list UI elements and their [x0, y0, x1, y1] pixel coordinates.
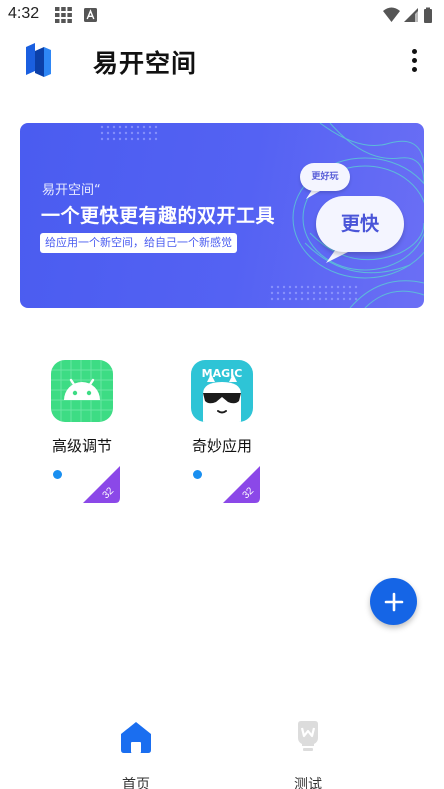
signal-icon [404, 8, 418, 22]
app-item-advanced-tuning[interactable]: 高级调节 32 [25, 360, 135, 510]
android-icon[interactable] [51, 360, 113, 422]
app-logo [26, 43, 51, 77]
status-dot [193, 470, 202, 479]
app-badge-32: 32 [223, 466, 260, 503]
bottom-nav: 首页 测试 [0, 710, 444, 789]
app-name: 高级调节 [51, 437, 112, 455]
add-app-button[interactable] [370, 578, 417, 625]
nav-label: 首页 [122, 777, 150, 789]
nav-item-test[interactable]: 测试 [263, 720, 353, 789]
battery-icon [424, 7, 432, 23]
bulb-icon [298, 721, 318, 751]
status-icons [383, 7, 432, 23]
status-dot [53, 470, 62, 479]
app-badge-32: 32 [83, 466, 120, 503]
speech-bubble-small: 更好玩 [300, 163, 350, 191]
more-vert-icon[interactable] [404, 44, 424, 76]
nav-item-home[interactable]: 首页 [91, 720, 181, 789]
grid-icon [55, 7, 72, 23]
nav-label: 测试 [294, 777, 322, 789]
promo-banner[interactable]: 易开空间“ 一个更快更有趣的双开工具 给应用一个新空间，给自己一个新感觉 更好玩… [20, 123, 424, 308]
speech-bubble-large: 更快 [316, 196, 404, 252]
status-bar: 4:32 [0, 0, 444, 30]
bubble-large-text: 更快 [340, 213, 379, 235]
home-icon [121, 722, 151, 753]
bubble-small-text: 更好玩 [311, 172, 339, 182]
app-name: 奇妙应用 [191, 437, 252, 455]
app-bar: 易开空间 [0, 30, 444, 90]
wifi-icon [383, 7, 400, 22]
a-icon [84, 8, 97, 22]
status-time: 4:32 [8, 5, 40, 22]
banner-headline: 一个更快更有趣的双开工具 [41, 205, 276, 227]
page-title: 易开空间 [93, 49, 198, 78]
banner-subtitle: 易开空间“ [42, 183, 101, 198]
plus-icon [384, 592, 403, 611]
app-item-magic-app[interactable]: MAGIC 奇妙应用 32 [165, 360, 275, 510]
banner-tagline: 给应用一个新空间，给自己一个新感觉 [40, 233, 237, 253]
magic-icon[interactable]: MAGIC [191, 360, 253, 422]
magic-icon-text: MAGIC [202, 367, 243, 380]
